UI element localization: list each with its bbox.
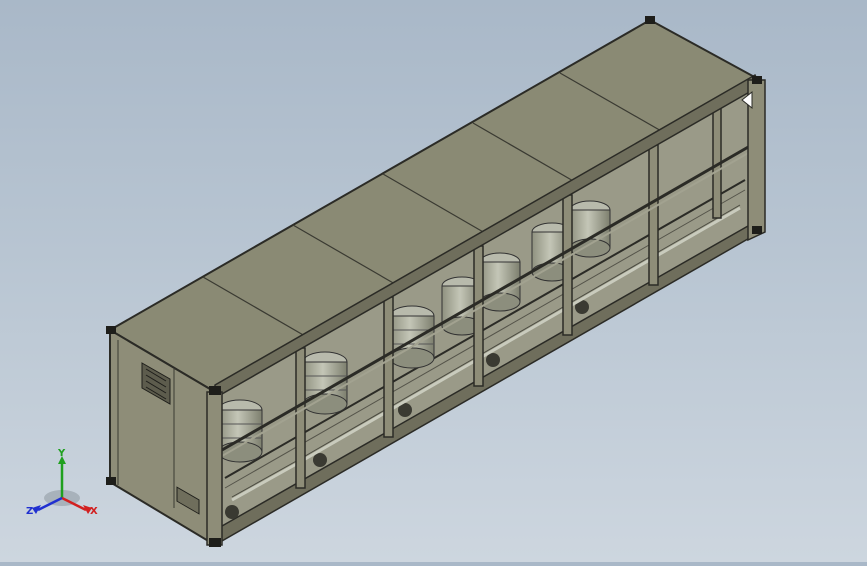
3d-viewport[interactable] [0,0,867,562]
coordinate-triad: Y X Z [22,448,104,522]
x-axis-label: X [90,506,98,517]
y-axis-label: Y [57,448,66,459]
corner-post [206,391,223,546]
axis-triad-graphic: Y X Z [26,448,98,517]
z-axis-label: Z [26,506,33,517]
container-model[interactable] [0,0,867,562]
